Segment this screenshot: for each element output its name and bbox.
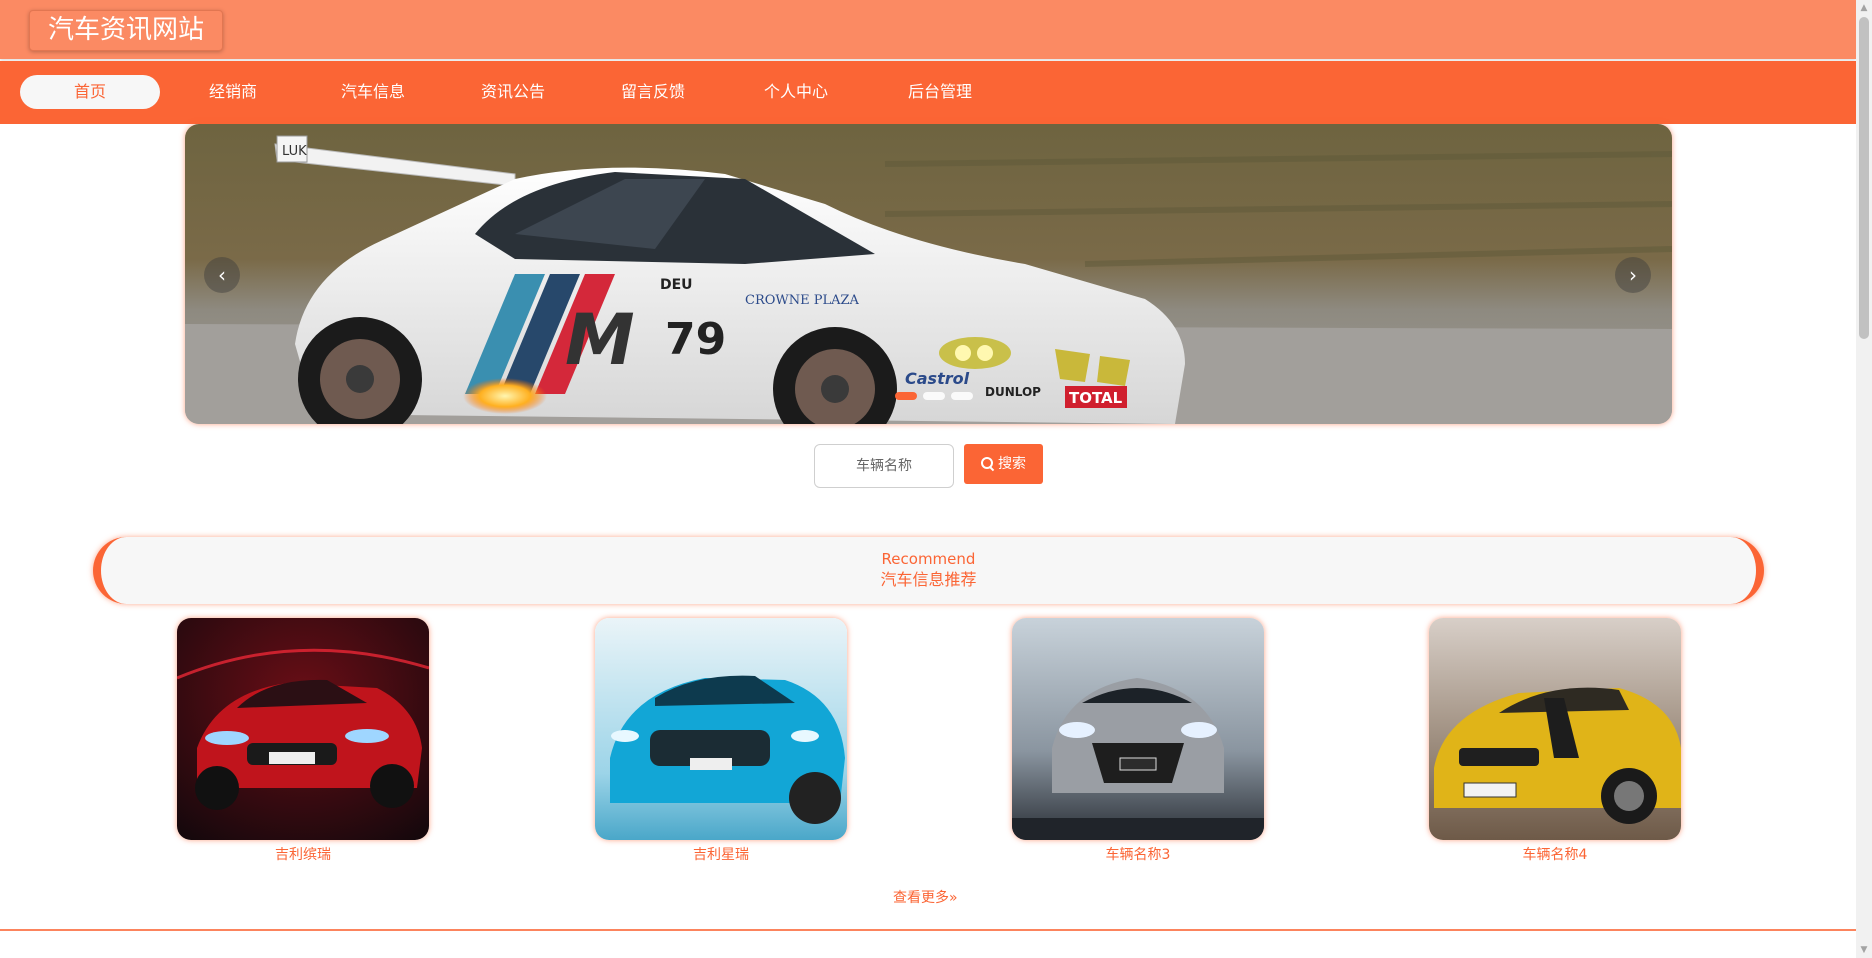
car-name: 车辆名称3 [1105, 847, 1171, 863]
search-button[interactable]: 搜索 [964, 444, 1043, 484]
scroll-up-arrow-icon[interactable]: ▲ [1856, 0, 1872, 16]
svg-text:TOTAL: TOTAL [1069, 389, 1123, 407]
car-image [1429, 618, 1681, 840]
nav-item-home[interactable]: 首页 [20, 75, 160, 109]
svg-text:DEU: DEU [660, 277, 693, 293]
car-name: 车辆名称4 [1522, 847, 1588, 863]
main-nav: 首页 经销商 汽车信息 资讯公告 留言反馈 个人中心 后台管理 [0, 61, 1856, 124]
banner-carousel[interactable]: LUK M 79 DEU CROWNE PLAZA Castrol DUNLOP… [185, 124, 1672, 424]
carousel-prev-button[interactable]: ‹ [204, 257, 240, 293]
car-card[interactable]: 吉利星瑞 [595, 618, 847, 864]
view-more-label: 查看更多 [893, 890, 949, 906]
scroll-down-arrow-icon[interactable]: ▼ [1856, 942, 1872, 958]
svg-text:Castrol: Castrol [905, 369, 970, 388]
page: 汽车资讯网站 首页 经销商 汽车信息 资讯公告 留言反馈 个人中心 后台管理 L… [0, 0, 1872, 958]
search-button-label: 搜索 [998, 456, 1026, 472]
site-title[interactable]: 汽车资讯网站 [29, 10, 224, 51]
carousel-next-button[interactable]: › [1615, 257, 1651, 293]
carousel-indicators [895, 392, 973, 400]
nav-item-feedback[interactable]: 留言反馈 [583, 75, 723, 109]
car-image [595, 618, 847, 840]
banner-race-car-image: LUK M 79 DEU CROWNE PLAZA Castrol DUNLOP… [185, 124, 1672, 424]
car-image [1012, 618, 1264, 840]
car-card[interactable]: 吉利缤瑞 [177, 618, 429, 864]
car-image [177, 618, 429, 840]
recommend-title-cn: 汽车信息推荐 [880, 570, 977, 589]
recommend-title-en: Recommend [881, 550, 976, 568]
nav-item-car-info[interactable]: 汽车信息 [303, 75, 443, 109]
section-divider [0, 929, 1856, 931]
search-input[interactable] [814, 444, 954, 488]
car-card[interactable]: 车辆名称4 [1429, 618, 1681, 864]
nav-item-user-center[interactable]: 个人中心 [726, 75, 866, 109]
scrollbar-thumb[interactable] [1859, 17, 1869, 339]
page-scrollbar[interactable]: ▲ ▼ [1856, 0, 1872, 958]
svg-text:LUK: LUK [282, 144, 307, 159]
nav-item-news[interactable]: 资讯公告 [443, 75, 583, 109]
svg-text:DUNLOP: DUNLOP [985, 385, 1041, 399]
svg-text:M: M [565, 299, 635, 381]
svg-text:79: 79 [665, 314, 726, 365]
view-more-link[interactable]: 查看更多» [893, 889, 958, 907]
search-icon [981, 457, 994, 470]
car-name: 吉利星瑞 [693, 847, 749, 863]
carousel-dot[interactable] [951, 392, 973, 400]
recommend-section-header: Recommend 汽车信息推荐 [93, 537, 1764, 604]
carousel-dot[interactable] [895, 392, 917, 400]
nav-item-dealers[interactable]: 经销商 [163, 75, 303, 109]
car-card[interactable]: 车辆名称3 [1012, 618, 1264, 864]
nav-item-admin[interactable]: 后台管理 [870, 75, 1010, 109]
car-name: 吉利缤瑞 [275, 847, 331, 863]
double-chevron-right-icon: » [949, 890, 958, 906]
svg-text:CROWNE PLAZA: CROWNE PLAZA [745, 293, 860, 308]
top-header: 汽车资讯网站 [0, 0, 1856, 59]
carousel-dot[interactable] [923, 392, 945, 400]
